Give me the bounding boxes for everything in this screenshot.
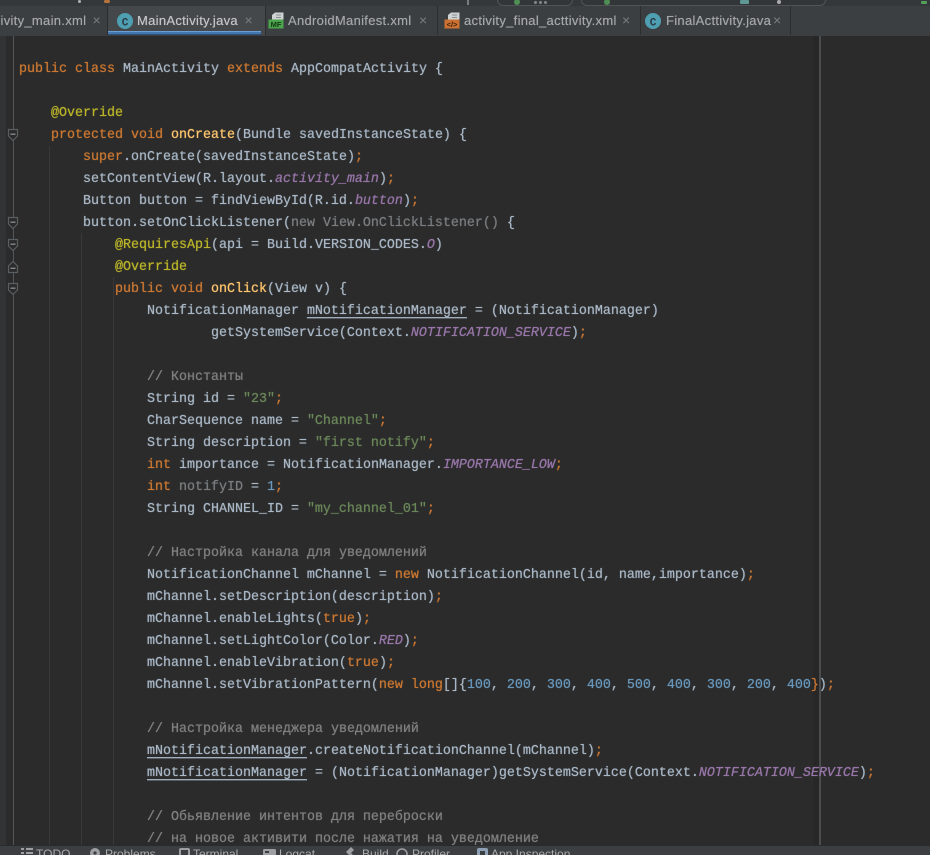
- svg-text:C: C: [650, 18, 657, 30]
- svg-text:C: C: [122, 18, 129, 30]
- svg-text:MF: MF: [271, 20, 282, 29]
- svg-text:</>: </>: [447, 20, 458, 29]
